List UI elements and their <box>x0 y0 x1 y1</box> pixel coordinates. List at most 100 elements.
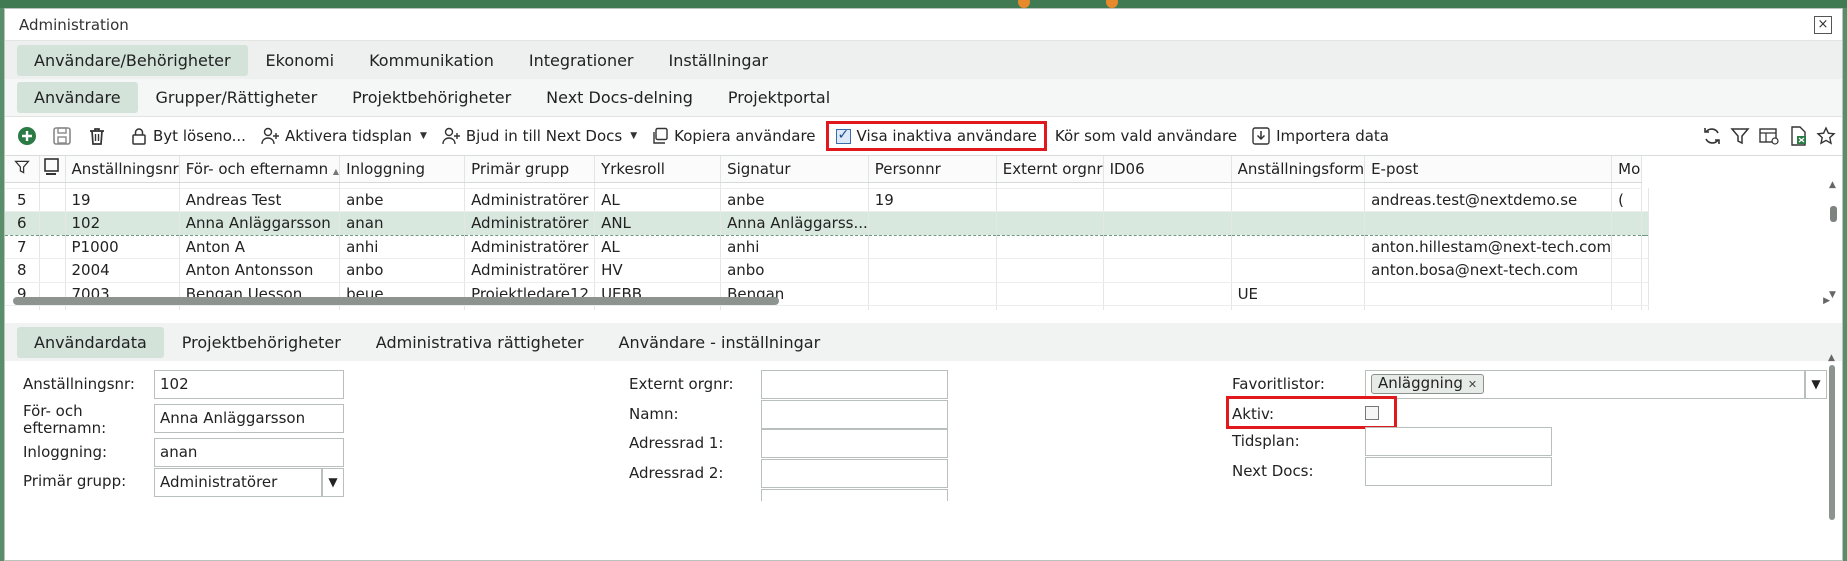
column-header-role[interactable]: Yrkesroll <box>594 156 722 183</box>
show-inactive-users-toggle[interactable]: Visa inaktiva användare <box>825 121 1047 151</box>
table-cell[interactable]: bkn <box>339 305 466 310</box>
tab-economy[interactable]: Ekonomi <box>249 45 352 76</box>
add-icon[interactable] <box>17 126 42 146</box>
delete-icon[interactable] <box>87 126 112 146</box>
column-header-name[interactable]: För- och efternamn ▲ <box>179 156 341 183</box>
table-cell[interactable]: 102 <box>65 211 180 236</box>
table-cell[interactable]: AL <box>594 188 722 212</box>
table-cell[interactable]: ( <box>1611 188 1643 212</box>
table-cell[interactable] <box>996 258 1104 283</box>
table-cell[interactable] <box>1103 305 1232 310</box>
invite-next-docs-button[interactable]: Bjud in till Next Docs ▼ <box>441 127 637 145</box>
table-cell[interactable]: anbe <box>339 188 466 212</box>
grid-edit-icon[interactable] <box>39 156 66 183</box>
table-cell[interactable]: Anton Antonsson <box>179 258 341 283</box>
row-edit-cell[interactable] <box>39 258 66 283</box>
tab-project-permissions[interactable]: Projektbehörigheter <box>335 82 528 113</box>
tab-groups[interactable]: Grupper/Rättigheter <box>139 82 335 113</box>
table-row[interactable]: 107011Bertil KarlssonbknAdministratörerP… <box>5 305 1650 310</box>
tab-next-docs-sharing[interactable]: Next Docs-delning <box>529 82 710 113</box>
activate-schedule-button[interactable]: Aktivera tidsplan ▼ <box>260 127 427 145</box>
table-cell[interactable]: PL <box>594 305 722 310</box>
table-cell[interactable]: 19 <box>868 188 997 212</box>
grid-filter-icon[interactable] <box>5 156 40 183</box>
table-cell[interactable]: anan <box>339 211 466 236</box>
table-cell[interactable] <box>1364 211 1613 236</box>
table-row[interactable]: 5 19 Andreas Test anbe Administratörer AL anbe… <box>5 188 1650 212</box>
remove-tag-icon[interactable]: ✕ <box>1468 378 1477 391</box>
ext-org-no-input[interactable] <box>761 370 948 399</box>
close-icon[interactable]: × <box>1814 15 1832 34</box>
tab-user-settings[interactable]: Användare - inställningar <box>602 327 838 358</box>
table-cell[interactable]: ANL <box>594 211 722 236</box>
tab-users-permissions[interactable]: Användare/Behörigheter <box>17 44 248 76</box>
detail-vertical-scrollbar[interactable]: ▲ <box>1828 353 1836 520</box>
table-cell[interactable] <box>1611 211 1643 236</box>
star-icon[interactable] <box>1816 126 1836 146</box>
save-icon[interactable] <box>52 126 77 146</box>
next-docs-input[interactable] <box>1365 457 1552 486</box>
tab-communication[interactable]: Kommunikation <box>352 45 511 76</box>
namn-input[interactable] <box>761 400 948 429</box>
address3-input-partial[interactable] <box>761 489 948 501</box>
column-header-personal-no[interactable]: Personnr <box>868 156 997 183</box>
table-cell[interactable]: P1000 <box>65 235 180 259</box>
table-cell[interactable]: Administratörer <box>464 305 596 310</box>
copy-user-button[interactable]: Kopiera användare <box>651 127 816 145</box>
table-cell[interactable] <box>996 211 1104 236</box>
table-cell[interactable]: Bertil Karlsson <box>179 305 341 310</box>
table-cell[interactable] <box>996 305 1104 310</box>
refresh-icon[interactable] <box>1702 126 1722 146</box>
columns-icon[interactable] <box>1758 126 1780 146</box>
table-cell[interactable]: Administratörer <box>464 188 596 212</box>
row-edit-cell[interactable] <box>39 211 66 236</box>
change-password-button[interactable]: Byt löseno... <box>130 127 246 145</box>
table-cell[interactable] <box>1231 258 1366 283</box>
table-cell[interactable] <box>868 235 997 259</box>
column-header-login[interactable]: Inloggning <box>339 156 466 183</box>
tab-detail-project-permissions[interactable]: Projektbehörigheter <box>165 327 358 358</box>
address1-input[interactable] <box>761 429 948 458</box>
address2-input[interactable] <box>761 459 948 488</box>
tab-settings[interactable]: Inställningar <box>652 45 785 76</box>
excel-export-icon[interactable] <box>1788 126 1808 146</box>
table-cell[interactable]: bertil.karlsson@nextdemo.se <box>1364 305 1613 310</box>
table-cell[interactable]: Andreas Test <box>179 188 341 212</box>
table-cell[interactable] <box>1103 235 1232 259</box>
table-cell[interactable]: Anna Anläggarsson <box>179 211 341 236</box>
table-cell[interactable] <box>1611 235 1643 259</box>
row-edit-cell[interactable] <box>39 305 66 310</box>
table-cell[interactable] <box>1103 211 1232 236</box>
table-cell[interactable] <box>1231 235 1366 259</box>
table-cell[interactable]: Administratörer <box>464 258 596 283</box>
table-cell[interactable]: Administratörer <box>464 235 596 259</box>
table-cell[interactable] <box>1103 258 1232 283</box>
active-checkbox[interactable] <box>1365 406 1379 420</box>
table-cell[interactable]: bkn <box>720 305 869 310</box>
table-cell[interactable]: anbo <box>720 258 869 283</box>
table-cell[interactable]: anhi <box>339 235 466 259</box>
filter-icon[interactable] <box>1730 126 1750 146</box>
row-edit-cell[interactable] <box>39 235 66 259</box>
chevron-down-icon[interactable]: ▼ <box>322 468 344 497</box>
grid-horizontal-scrollbar[interactable]: ▶ <box>13 296 1830 306</box>
tab-user-data[interactable]: Användardata <box>17 326 164 358</box>
primary-group-select[interactable]: Administratörer <box>154 468 322 497</box>
favorites-multiselect[interactable]: Anläggning ✕ <box>1365 370 1805 399</box>
column-header-employee-no[interactable]: Anställningsnr <box>65 156 180 183</box>
chevron-down-icon[interactable]: ▼ <box>420 131 427 141</box>
table-row[interactable]: 8 2004 Anton Antonsson anbo Administratörer H… <box>5 258 1650 283</box>
column-header-email[interactable]: E-post <box>1364 156 1613 183</box>
table-cell[interactable] <box>1231 211 1366 236</box>
table-cell[interactable]: Administratörer <box>464 211 596 236</box>
tab-admin-rights[interactable]: Administrativa rättigheter <box>359 327 601 358</box>
table-cell[interactable] <box>1231 305 1366 310</box>
employee-no-input[interactable]: 102 <box>154 370 344 399</box>
schedule-input[interactable] <box>1365 427 1552 456</box>
chevron-down-icon[interactable]: ▼ <box>630 131 637 141</box>
table-cell[interactable]: HV <box>594 258 722 283</box>
grid-vertical-scrollbar[interactable]: ▲ ▼ <box>1828 180 1838 300</box>
table-cell[interactable] <box>868 211 997 236</box>
table-cell[interactable] <box>1103 188 1232 212</box>
table-cell[interactable]: 7011 <box>65 305 180 310</box>
